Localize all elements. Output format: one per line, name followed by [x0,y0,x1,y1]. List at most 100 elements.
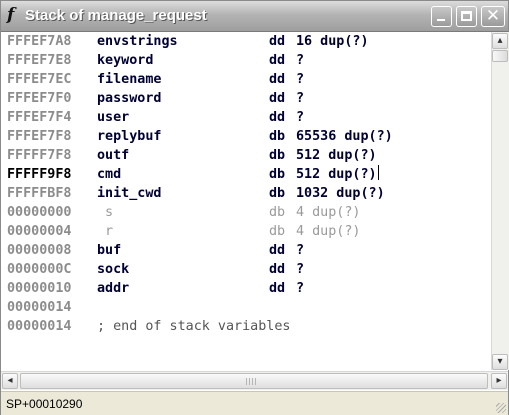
variable-name[interactable]: replybuf [97,127,162,146]
variable-size-text: 1032 dup(?) [296,186,385,201]
stack-offset: FFFFF7F8 [7,148,72,163]
variable-size-text: 512 dup(?) [296,167,377,182]
data-directive: db [269,205,286,220]
stack-variable-row[interactable]: FFFEF7E8 keyword dd? [7,51,489,70]
variable-name[interactable]: user [97,108,129,127]
stack-variable-row[interactable]: 00000008 buf dd? [7,241,489,260]
variable-name[interactable]: sock [97,260,129,279]
variable-size: ? [296,241,304,260]
variable-name[interactable]: cmd [97,165,121,184]
variable-size-text: ? [296,91,305,106]
stack-offset: FFFEF7EC [7,72,72,87]
vertical-scroll-thumb[interactable] [492,50,508,62]
stack-variable-row[interactable]: FFFEF7F4 user dd? [7,108,489,127]
stack-variable-row[interactable]: 00000014 [7,298,489,317]
close-button[interactable]: ✕ [481,6,505,27]
data-directive: db [269,186,286,201]
variable-name[interactable]: addr [97,279,129,298]
stack-offset: 00000014 [7,300,72,315]
status-bar: SP+00010290 [1,391,508,415]
vertical-scrollbar[interactable]: ▴ ▾ [491,32,509,370]
variable-size-text: 4 dup(?) [296,205,361,220]
variable-name[interactable]: buf [97,241,121,260]
variable-name[interactable]: outf [97,146,129,165]
variable-size: ? [296,51,304,70]
horizontal-scroll-thumb[interactable] [20,373,488,389]
variable-size: 4 dup(?) [296,222,361,241]
variable-name[interactable]: password [97,89,162,108]
variable-size-text: ? [296,53,305,68]
stack-variable-row[interactable]: FFFEF7F0 password dd? [7,89,489,108]
data-directive: dd [269,281,286,296]
variable-size: 65536 dup(?) [296,127,393,146]
data-directive: db [269,167,286,182]
stack-offset: FFFEF7F4 [7,110,72,125]
data-directive: dd [269,91,286,106]
chevron-down-icon: ▾ [497,356,503,367]
stack-variable-row[interactable]: 0000000C sock dd? [7,260,489,279]
stack-variable-row[interactable]: 00000000 s db 4 dup(?) [7,203,489,222]
stack-offset: 00000004 [7,224,72,239]
stack-variable-row[interactable]: FFFFF9F8 cmd db 512 dup(?) [7,165,489,184]
maximize-icon [461,11,472,21]
close-icon: ✕ [485,6,501,26]
data-directive: dd [269,243,286,258]
text-cursor [377,165,379,180]
stack-variable-row[interactable]: FFFFFBF8 init_cwd db 1032 dup(?) [7,184,489,203]
variable-size-text: ? [296,262,305,277]
variable-name[interactable]: filename [97,70,162,89]
variable-size: ? [296,89,304,108]
stack-offset: 00000008 [7,243,72,258]
stack-offset: 0000000C [7,262,72,277]
stack-window: f Stack of manage_request ✕ FFFEF7A8 envs… [0,0,509,415]
variable-name[interactable]: init_cwd [97,184,162,203]
data-directive: dd [269,34,286,49]
stack-pointer-offset: SP+00010290 [6,397,83,411]
stack-offset: FFFEF7A8 [7,34,72,49]
minimize-button[interactable] [431,6,452,27]
stack-variable-row[interactable]: FFFEF7F8 replybuf db 65536 dup(?) [7,127,489,146]
stack-offset: 00000000 [7,205,72,220]
window-title: Stack of manage_request [25,7,207,24]
stack-offset: FFFEF7E8 [7,53,72,68]
stack-variable-row[interactable]: FFFEF7EC filename dd? [7,70,489,89]
stack-listing[interactable]: FFFEF7A8 envstrings dd 16 dup(?) FFFEF7E8 key… [7,32,489,368]
title-bar[interactable]: f Stack of manage_request ✕ [1,1,508,32]
variable-size: ? [296,70,304,89]
scroll-left-button[interactable]: ◂ [2,373,18,389]
scroll-right-button[interactable]: ▸ [491,373,507,389]
stack-variable-row[interactable]: 00000010 addr dd? [7,279,489,298]
variable-size: ? [296,108,304,127]
variable-size: 16 dup(?) [296,32,369,51]
maximize-button[interactable] [456,6,477,27]
variable-name[interactable]: r [105,222,113,241]
scroll-up-button[interactable]: ▴ [492,33,508,49]
data-directive: dd [269,72,286,87]
stack-end-row[interactable]: 00000014 ; end of stack variables [7,317,489,336]
chevron-up-icon: ▴ [497,35,503,46]
variable-name[interactable]: s [105,203,113,222]
scroll-down-button[interactable]: ▾ [492,354,508,370]
stack-variable-row[interactable]: FFFEF7A8 envstrings dd 16 dup(?) [7,32,489,51]
stack-offset: FFFEF7F8 [7,129,72,144]
minimize-icon [437,19,445,21]
chevron-right-icon: ▸ [496,375,502,386]
data-directive: dd [269,110,286,125]
variable-size: ? [296,260,304,279]
variable-size: 512 dup(?) [296,146,377,165]
stack-offset: FFFEF7F0 [7,91,72,106]
variable-name[interactable]: keyword [97,51,153,70]
variable-size: ? [296,279,304,298]
stack-variable-row[interactable]: FFFFF7F8 outf db 512 dup(?) [7,146,489,165]
variable-size: 512 dup(?) [296,165,379,184]
variable-size-text: 65536 dup(?) [296,129,393,144]
resize-grip-icon[interactable] [496,403,506,413]
data-directive: dd [269,53,286,68]
variable-size: 1032 dup(?) [296,184,385,203]
horizontal-scrollbar[interactable]: ◂ ▸ [1,371,508,390]
stack-variable-row[interactable]: 00000004 r db 4 dup(?) [7,222,489,241]
variable-name[interactable]: envstrings [97,32,178,51]
variable-size-text: 512 dup(?) [296,148,377,163]
variable-size-text: ? [296,243,305,258]
stack-offset: 00000014 [7,319,72,334]
